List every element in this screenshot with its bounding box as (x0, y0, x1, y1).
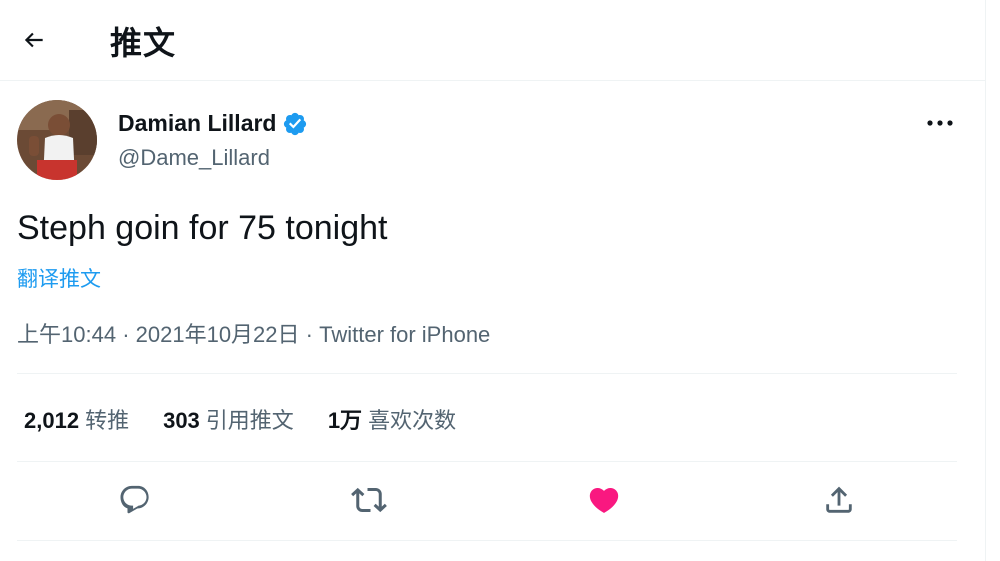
arrow-left-icon (24, 32, 43, 48)
quotes-stat[interactable]: 303 引用推文 (163, 403, 294, 435)
reply-icon (120, 485, 149, 514)
like-button[interactable] (580, 476, 628, 524)
reply-button[interactable] (111, 476, 159, 524)
verified-badge-icon (284, 112, 307, 135)
tweet-date[interactable]: 2021年10月22日 (136, 322, 300, 347)
likes-label: 喜欢次数 (368, 408, 457, 433)
tweet-meta: 上午10:44 · 2021年10月22日 · Twitter for iPho… (17, 317, 490, 349)
retweet-button[interactable] (345, 476, 393, 524)
divider (17, 540, 957, 541)
share-icon (826, 486, 852, 513)
tweet-actions (17, 476, 957, 524)
tweet-time[interactable]: 上午10:44 (17, 322, 116, 347)
more-dots-icon (927, 120, 953, 126)
heart-icon (589, 487, 619, 513)
translate-tweet-link[interactable]: 翻译推文 (17, 263, 101, 293)
page-title: 推文 (110, 25, 177, 61)
meta-separator: · (122, 322, 130, 347)
author-handle[interactable]: @Dame_Lillard (118, 145, 270, 171)
share-button[interactable] (815, 476, 863, 524)
retweets-count: 2,012 (24, 408, 80, 433)
author-display-name: Damian Lillard (118, 110, 277, 136)
divider (17, 373, 957, 374)
retweets-label: 转推 (85, 408, 130, 433)
retweet-icon (351, 487, 387, 513)
tweet-text: Steph goin for 75 tonight (17, 209, 388, 247)
quotes-count: 303 (163, 408, 200, 433)
tweet-stats: 2,012 转推 303 引用推文 1万 喜欢次数 (24, 403, 456, 435)
back-button[interactable] (14, 20, 54, 60)
quotes-label: 引用推文 (205, 408, 294, 433)
page-header: 推文 (0, 0, 986, 81)
likes-count: 1万 (327, 408, 363, 433)
author-name[interactable]: Damian Lillard (118, 110, 308, 137)
likes-stat[interactable]: 1万 喜欢次数 (328, 403, 456, 435)
more-options-button[interactable] (916, 107, 964, 139)
meta-separator: · (305, 322, 313, 347)
tweet-detail: Damian Lillard @Dame_Lillard Steph goin … (0, 81, 986, 561)
retweets-stat[interactable]: 2,012 转推 (24, 403, 129, 435)
divider (17, 461, 957, 462)
tweet-source[interactable]: Twitter for iPhone (319, 322, 490, 347)
avatar[interactable] (17, 100, 97, 180)
